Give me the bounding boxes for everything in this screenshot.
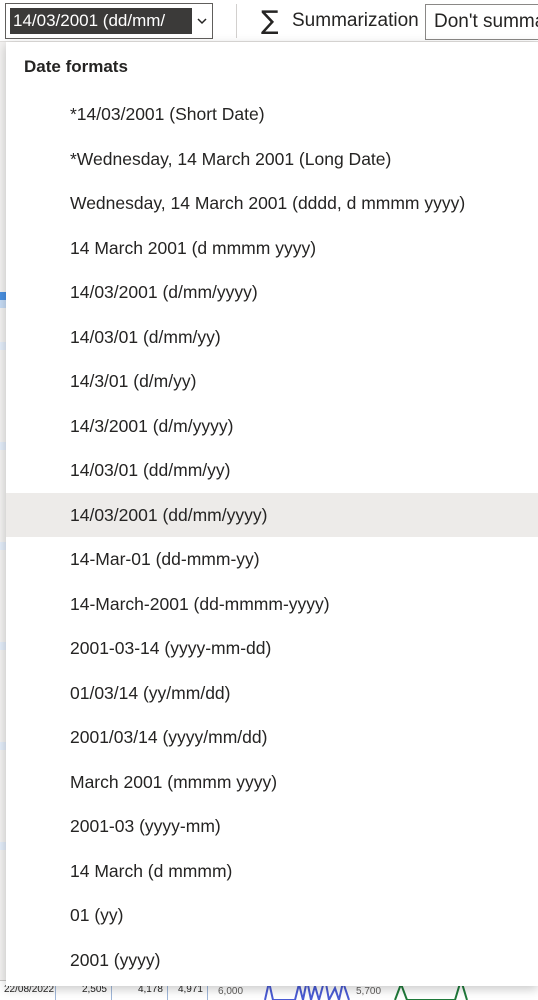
date-format-option[interactable]: 14-March-2001 (dd-mmmm-yyyy) bbox=[6, 582, 538, 627]
date-format-option[interactable]: 14/03/01 (d/mm/yy) bbox=[6, 315, 538, 360]
chart-axis-label: 6,000 bbox=[218, 986, 244, 997]
date-format-option[interactable]: 14 March 2001 (d mmmm yyyy) bbox=[6, 226, 538, 271]
summarization-label: Summarization bbox=[292, 10, 419, 31]
date-format-option[interactable]: 14/3/01 (d/m/yy) bbox=[6, 359, 538, 404]
toolbar-divider bbox=[236, 4, 237, 38]
date-format-option[interactable]: 14/03/2001 (dd/mm/yyyy) bbox=[6, 492, 538, 537]
date-format-option[interactable]: 2001-03-14 (yyyy-mm-dd) bbox=[6, 626, 538, 671]
chevron-down-icon bbox=[197, 18, 207, 25]
date-format-option[interactable]: Wednesday, 14 March 2001 (dddd, d mmmm y… bbox=[6, 181, 538, 226]
date-format-option[interactable]: *Wednesday, 14 March 2001 (Long Date) bbox=[6, 137, 538, 182]
date-format-option[interactable]: 14/03/2001 (d/mm/yyyy) bbox=[6, 270, 538, 315]
date-format-option[interactable]: 14 March (d mmmm) bbox=[6, 849, 538, 894]
date-format-option[interactable]: 2001/03/14 (yyyy/mm/dd) bbox=[6, 715, 538, 760]
format-dropdown-value: 14/03/2001 (dd/mm/ bbox=[10, 8, 192, 34]
date-format-dropdown-panel: Date formats *14/03/2001 (Short Date) *W… bbox=[6, 42, 538, 986]
date-format-option[interactable]: 2001-03 (yyyy-mm) bbox=[6, 804, 538, 849]
date-format-option[interactable]: 14/03/01 (dd/mm/yy) bbox=[6, 448, 538, 493]
date-format-option[interactable]: March 2001 (mmmm yyyy) bbox=[6, 760, 538, 805]
sigma-icon: ∑ bbox=[261, 6, 279, 36]
date-format-option[interactable]: 2001 (yyyy) bbox=[6, 938, 538, 983]
date-format-option[interactable]: 14/3/2001 (d/m/yyyy) bbox=[6, 404, 538, 449]
date-format-option[interactable]: *14/03/2001 (Short Date) bbox=[6, 92, 538, 137]
dropdown-header: Date formats bbox=[24, 57, 128, 76]
date-format-option[interactable]: 14-Mar-01 (dd-mmm-yy) bbox=[6, 537, 538, 582]
format-toolbar: 14/03/2001 (dd/mm/ ∑ Summarization Don't… bbox=[0, 0, 538, 42]
date-format-option[interactable]: 01 (yy) bbox=[6, 893, 538, 938]
date-format-option[interactable]: 01/03/14 (yy/mm/dd) bbox=[6, 671, 538, 716]
format-dropdown[interactable]: 14/03/2001 (dd/mm/ bbox=[5, 3, 213, 39]
summarization-dropdown[interactable]: Don't summa bbox=[425, 4, 538, 40]
date-format-options: *14/03/2001 (Short Date) *Wednesday, 14 … bbox=[6, 92, 538, 982]
